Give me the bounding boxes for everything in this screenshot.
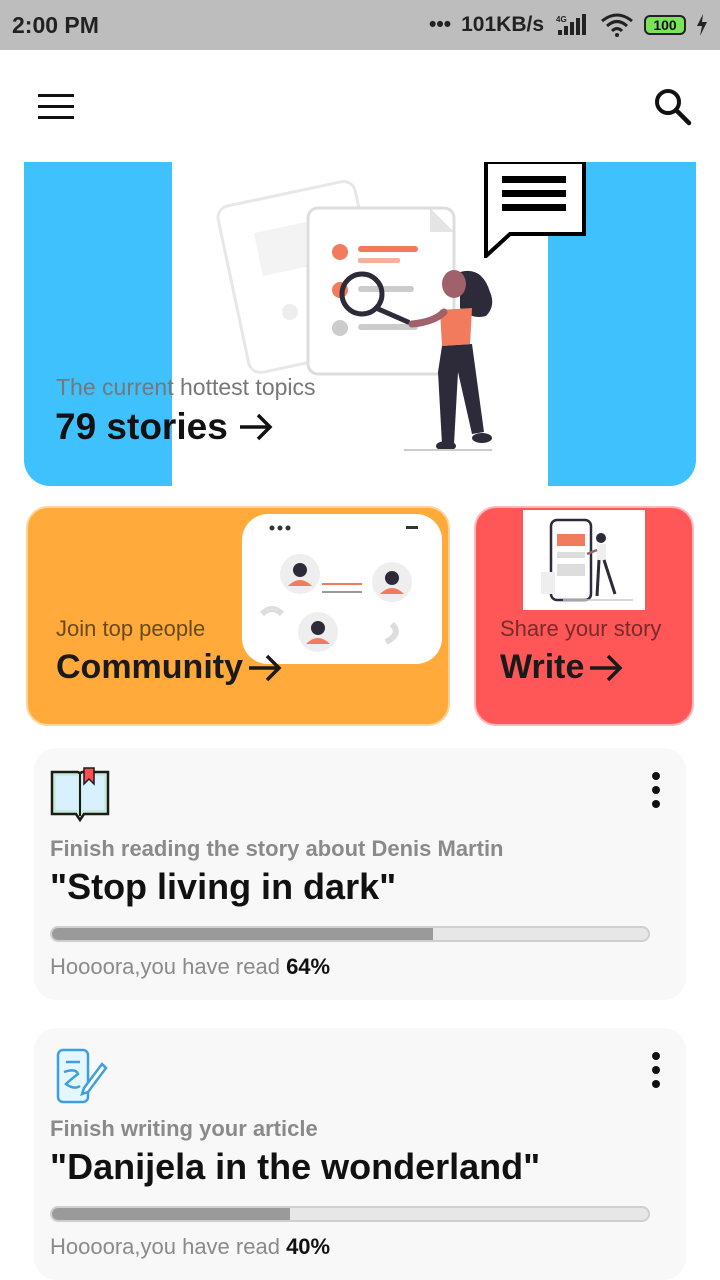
card-status: Hoooora,you have read 40% — [50, 1234, 330, 1260]
hottest-topics-card[interactable]: The current hottest topics 79 stories — [24, 162, 696, 486]
more-options-icon[interactable] — [644, 770, 668, 810]
network-type: 4G — [556, 15, 567, 24]
write-icon — [56, 1048, 108, 1104]
card-title: "Danijela in the wonderland" — [50, 1146, 541, 1187]
progress-bar — [50, 926, 650, 942]
write-card[interactable]: Share your story Write — [474, 506, 694, 726]
progress-fill — [52, 1208, 291, 1220]
progress-fill — [52, 928, 434, 940]
community-title: Community — [56, 648, 283, 687]
wifi-icon — [601, 13, 633, 37]
write-title-text: Write — [500, 648, 585, 686]
status-text: Hoooora,you have read — [50, 954, 287, 979]
reading-progress-card[interactable]: Finish reading the story about Denis Mar… — [34, 748, 686, 1000]
hero-subtitle: The current hottest topics — [56, 374, 316, 400]
community-card[interactable]: Join top people Community — [26, 506, 450, 726]
community-title-text: Community — [56, 648, 243, 686]
book-icon — [50, 767, 110, 823]
status-time: 2:00 PM — [12, 11, 99, 38]
progress-percent: 40% — [286, 1234, 331, 1259]
status-text: Hoooora,you have read — [50, 1234, 287, 1259]
write-subtitle: Share your story — [500, 616, 662, 641]
progress-bar — [50, 1206, 650, 1222]
card-title: "Stop living in dark" — [50, 866, 397, 907]
app-bar — [0, 50, 720, 160]
network-speed: 101KB/s — [461, 13, 544, 36]
charging-icon — [697, 14, 707, 36]
card-subtitle: Finish writing your article — [50, 1116, 318, 1141]
status-bar: 2:00 PM ••• 101KB/s 4G 100 — [0, 0, 720, 50]
hero-title: 79 stories — [55, 406, 274, 448]
community-subtitle: Join top people — [56, 616, 206, 641]
more-options-icon[interactable] — [644, 1050, 668, 1090]
writing-progress-card[interactable]: Finish writing your article "Danijela in… — [34, 1028, 686, 1280]
arrow-right-icon[interactable] — [238, 412, 274, 442]
arrow-right-icon[interactable] — [588, 653, 624, 683]
menu-icon[interactable] — [38, 94, 74, 120]
battery-icon: 100 — [644, 15, 686, 35]
signal-icon: 4G — [556, 14, 586, 35]
hero-title-text: 79 stories — [55, 406, 228, 447]
progress-percent: 64% — [286, 954, 331, 979]
status-indicators: ••• 101KB/s 4G 100 — [429, 13, 708, 37]
dots-icon: ••• — [429, 13, 452, 36]
card-subtitle: Finish reading the story about Denis Mar… — [50, 836, 504, 861]
community-illustration — [242, 514, 442, 664]
write-title: Write — [500, 648, 624, 687]
arrow-right-icon[interactable] — [247, 653, 283, 683]
chat-bubble-icon — [484, 162, 586, 258]
search-icon[interactable] — [652, 86, 692, 126]
phone-illustration — [523, 510, 645, 610]
card-status: Hoooora,you have read 64% — [50, 954, 330, 980]
